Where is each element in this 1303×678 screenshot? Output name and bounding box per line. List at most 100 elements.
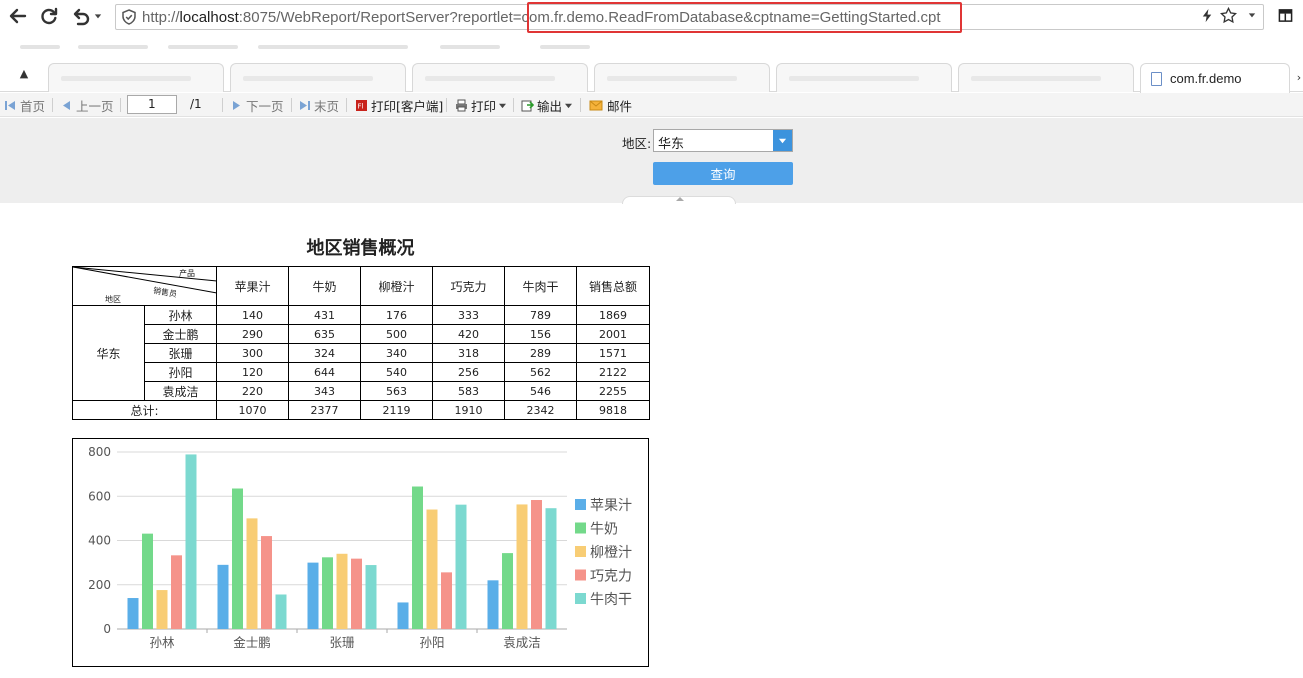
- toolbar-divider: [291, 98, 292, 112]
- legend-label: 牛肉干: [590, 592, 632, 608]
- tab-active[interactable]: com.fr.demo: [1140, 63, 1290, 93]
- tab-scroll-right-icon[interactable]: ›: [1292, 70, 1303, 84]
- value-cell: 340: [360, 343, 433, 363]
- value-cell: 256: [432, 362, 505, 382]
- collapse-param-pane-button[interactable]: [622, 196, 736, 204]
- y-tick-label: 200: [88, 578, 111, 592]
- bar: [426, 509, 438, 629]
- dropdown-icon[interactable]: [1243, 6, 1261, 24]
- query-button[interactable]: 查询: [653, 162, 793, 185]
- value-cell: 120: [216, 362, 289, 382]
- value-cell: 318: [432, 343, 505, 363]
- bar: [336, 553, 348, 629]
- column-header: 销售总额: [576, 266, 650, 306]
- value-cell: 290: [216, 324, 289, 344]
- y-tick-label: 800: [88, 445, 111, 459]
- bar: [545, 508, 557, 629]
- salesperson-cell: 袁成洁: [144, 381, 217, 401]
- region-cell: 华东: [72, 305, 145, 401]
- undo-icon[interactable]: [70, 5, 92, 27]
- next-page-button[interactable]: 下一页: [230, 97, 284, 114]
- back-icon[interactable]: [7, 5, 29, 27]
- tab-strip: ▲ com.fr.demo ›: [0, 60, 1303, 93]
- bookmarks-bar: [0, 34, 1303, 60]
- collapse-arrow-icon: [676, 197, 684, 201]
- prev-page-icon: [63, 100, 70, 110]
- svg-text:Fl: Fl: [358, 102, 364, 110]
- table-row: 金士鹏 290 635 500 420 156 2001: [73, 324, 650, 344]
- prev-page-button[interactable]: 上一页: [60, 97, 114, 114]
- sales-table: 产品 销售员 地区 苹果汁 牛奶 柳橙汁 巧克力 牛肉干 销售总额 华东 孙林 …: [72, 266, 650, 420]
- bar: [531, 500, 542, 629]
- bar: [351, 558, 362, 629]
- export-button[interactable]: 输出: [521, 97, 573, 114]
- page-icon: [1151, 72, 1162, 86]
- value-cell: 140: [216, 305, 289, 325]
- tab-blurred-5[interactable]: [776, 63, 952, 92]
- value-cell: 156: [504, 324, 577, 344]
- print-client-icon: Fl: [356, 99, 367, 111]
- salesperson-cell: 孙林: [144, 305, 217, 325]
- legend-swatch: [575, 569, 586, 581]
- tab-blurred-2[interactable]: [230, 63, 406, 92]
- bar: [455, 504, 467, 629]
- value-cell: 220: [216, 381, 289, 401]
- tab-scroll-up-icon[interactable]: ▲: [17, 66, 31, 80]
- total-cell: 2377: [288, 400, 361, 420]
- first-page-button[interactable]: 首页: [4, 97, 45, 114]
- bar: [322, 557, 333, 629]
- url-highlight-box: [527, 2, 962, 33]
- total-cell: 1070: [216, 400, 289, 420]
- address-bar-row: http://localhost:8075/WebReport/ReportSe…: [0, 0, 1303, 34]
- value-cell: 333: [432, 305, 505, 325]
- bar: [307, 562, 319, 629]
- toolbar-divider: [446, 98, 447, 112]
- tab-blurred-1[interactable]: [48, 63, 224, 92]
- email-icon: [589, 100, 603, 110]
- refresh-icon[interactable]: [38, 5, 60, 27]
- print-client-button[interactable]: Fl 打印[客户端]: [355, 97, 443, 114]
- x-tick-label: 孙林: [149, 635, 175, 650]
- diag-region-label: 地区: [105, 295, 121, 304]
- region-select[interactable]: 华东: [653, 129, 793, 152]
- legend-label: 牛奶: [590, 522, 618, 538]
- tab-blurred-6[interactable]: [958, 63, 1134, 92]
- print-dropdown-icon: [499, 103, 507, 108]
- x-tick-label: 金士鹏: [233, 635, 271, 650]
- print-button[interactable]: 打印: [455, 97, 507, 114]
- tab-blurred-4[interactable]: [594, 63, 770, 92]
- total-cell: 2342: [504, 400, 577, 420]
- value-cell: 583: [432, 381, 505, 401]
- print-label: 打印: [471, 98, 497, 114]
- value-cell: 420: [432, 324, 505, 344]
- value-cell: 635: [288, 324, 361, 344]
- value-cell: 2001: [576, 324, 650, 344]
- menu-icon[interactable]: [1276, 6, 1294, 24]
- table-row: 孙阳 120 644 540 256 562 2122: [73, 362, 650, 382]
- x-tick-label: 袁成洁: [503, 635, 541, 650]
- chevron-down-icon[interactable]: [773, 130, 792, 151]
- column-header: 牛肉干: [504, 266, 577, 306]
- value-cell: 289: [504, 343, 577, 363]
- bar: [185, 454, 197, 629]
- y-tick-label: 600: [88, 489, 111, 503]
- toolbar-divider: [222, 98, 223, 112]
- tab-blurred-3[interactable]: [412, 63, 588, 92]
- value-cell: 789: [504, 305, 577, 325]
- bar: [365, 565, 377, 629]
- toolbar-divider: [120, 98, 121, 112]
- region-label: 地区:: [622, 136, 652, 151]
- email-button[interactable]: 邮件: [588, 97, 633, 114]
- last-page-button[interactable]: 末页: [298, 97, 339, 114]
- sales-chart: 0 200 400 600 800 孙林 金士鹏 张珊 孙阳 袁成洁 苹果汁 牛奶 柳橙汁 巧克力 牛肉干: [72, 438, 649, 667]
- undo-dropdown-icon[interactable]: [92, 5, 104, 27]
- prev-page-label: 上一页: [76, 98, 114, 114]
- email-label: 邮件: [607, 98, 633, 114]
- star-icon[interactable]: [1219, 6, 1237, 24]
- bar: [246, 518, 258, 629]
- bar: [261, 536, 272, 629]
- page-number-input[interactable]: 1: [127, 95, 177, 114]
- bar: [156, 590, 168, 629]
- lightning-icon[interactable]: [1198, 6, 1216, 24]
- column-header: 柳橙汁: [360, 266, 433, 306]
